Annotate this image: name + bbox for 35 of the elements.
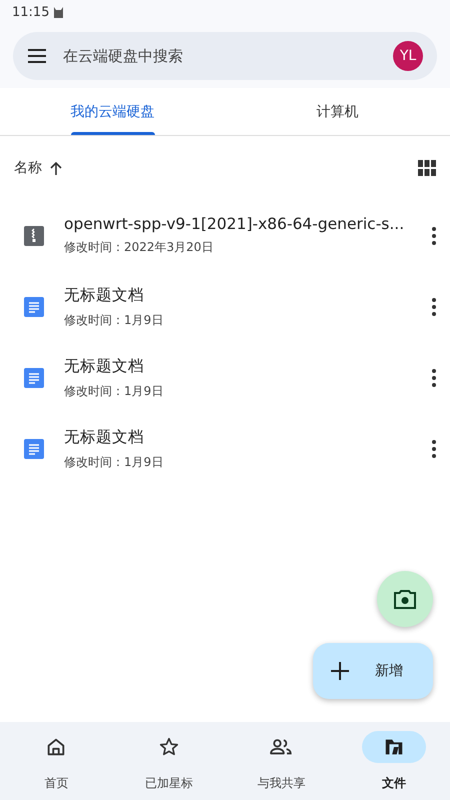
camera-button[interactable]: [377, 571, 433, 627]
more-icon[interactable]: [432, 440, 436, 458]
arrow-up-icon: [50, 162, 62, 174]
more-icon[interactable]: [432, 226, 436, 244]
modified-date: 修改时间：1月9日: [64, 312, 164, 328]
menu-icon[interactable]: [27, 49, 47, 63]
nav-item[interactable]: 已加星标: [112, 722, 225, 800]
document-icon: [24, 368, 44, 388]
star-icon: [158, 736, 180, 758]
document-icon: [24, 438, 44, 458]
tab[interactable]: 我的云端硬盘: [0, 88, 225, 135]
more-icon[interactable]: [432, 368, 436, 386]
status-time: 11:15: [12, 4, 50, 20]
modified-date: 修改时间：1月9日: [64, 382, 164, 400]
more-icon[interactable]: [432, 298, 436, 316]
new-button[interactable]: 新增: [313, 643, 433, 699]
nav-item[interactable]: 文件: [338, 722, 450, 800]
notification-icon: [53, 6, 64, 18]
nav-item[interactable]: 与我共享: [225, 722, 338, 800]
file-name[interactable]: 无标题文档: [64, 284, 432, 306]
search-field[interactable]: 在云端硬盘中搜索 YL: [13, 32, 437, 80]
file-name[interactable]: 无标题文档: [64, 426, 432, 448]
tab[interactable]: 计算机: [225, 88, 450, 135]
sort-button[interactable]: 名称: [14, 159, 418, 177]
plus-icon: [331, 662, 349, 680]
camera-icon: [394, 589, 416, 609]
grid-view-icon[interactable]: [418, 159, 436, 177]
avatar[interactable]: YL: [393, 41, 423, 71]
file-name[interactable]: 无标题文档: [64, 356, 432, 376]
archive-icon: [24, 226, 44, 246]
file-name[interactable]: openwrt-spp-v9-1[2021]-x86-64-generic-s...: [64, 215, 432, 233]
document-icon: [24, 296, 44, 316]
nav-item[interactable]: 首页: [0, 722, 112, 800]
modified-date: 修改时间：2022年3月20日: [64, 239, 214, 256]
modified-date: 修改时间：1月9日: [64, 454, 164, 470]
